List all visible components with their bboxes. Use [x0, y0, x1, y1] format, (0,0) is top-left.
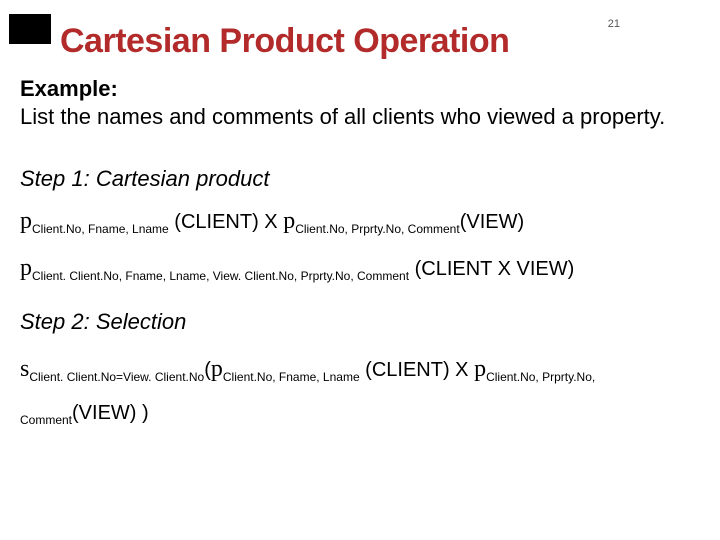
- step2-heading: Step 2: Selection: [20, 309, 690, 335]
- pi-symbol: p: [211, 356, 223, 382]
- pi-symbol: p: [20, 208, 32, 234]
- step1-formula-line1: pClient.No, Fname, Lname (CLIENT) X pCli…: [20, 202, 690, 240]
- proj-attrs-6: Comment: [20, 413, 72, 427]
- step2-formula: sClient. Client.No=View. Client.No(pClie…: [20, 345, 690, 433]
- content-area: Example: List the names and comments of …: [20, 76, 690, 441]
- example-label: Example:: [20, 76, 690, 102]
- proj-attrs-2: Client.No, Prprty.No, Comment: [295, 222, 460, 236]
- slide-title: Cartesian Product Operation: [60, 22, 509, 61]
- pi-symbol: p: [474, 356, 486, 382]
- relation-text: (VIEW): [460, 211, 524, 233]
- proj-attrs-1: Client.No, Fname, Lname: [32, 222, 169, 236]
- black-bar-accent: [9, 14, 51, 44]
- example-prompt: List the names and comments of all clien…: [20, 104, 690, 130]
- mid-text: (CLIENT) X: [360, 359, 474, 381]
- relation-text: (CLIENT X VIEW): [409, 258, 574, 280]
- close-text: (VIEW) ): [72, 402, 149, 424]
- page-number: 21: [608, 18, 620, 30]
- relation-text: (CLIENT) X: [169, 211, 283, 233]
- proj-attrs-5: Client.No, Prprty.No,: [486, 370, 595, 384]
- step1-formula-line2: pClient. Client.No, Fname, Lname, View. …: [20, 249, 690, 287]
- step1-heading: Step 1: Cartesian product: [20, 166, 690, 192]
- proj-attrs-4: Client.No, Fname, Lname: [223, 370, 360, 384]
- open-paren: (: [204, 359, 211, 381]
- proj-attrs-3: Client. Client.No, Fname, Lname, View. C…: [32, 269, 409, 283]
- pi-symbol: p: [283, 208, 295, 234]
- pi-symbol: p: [20, 255, 32, 281]
- sigma-symbol: s: [20, 356, 29, 382]
- select-cond: Client. Client.No=View. Client.No: [29, 370, 204, 384]
